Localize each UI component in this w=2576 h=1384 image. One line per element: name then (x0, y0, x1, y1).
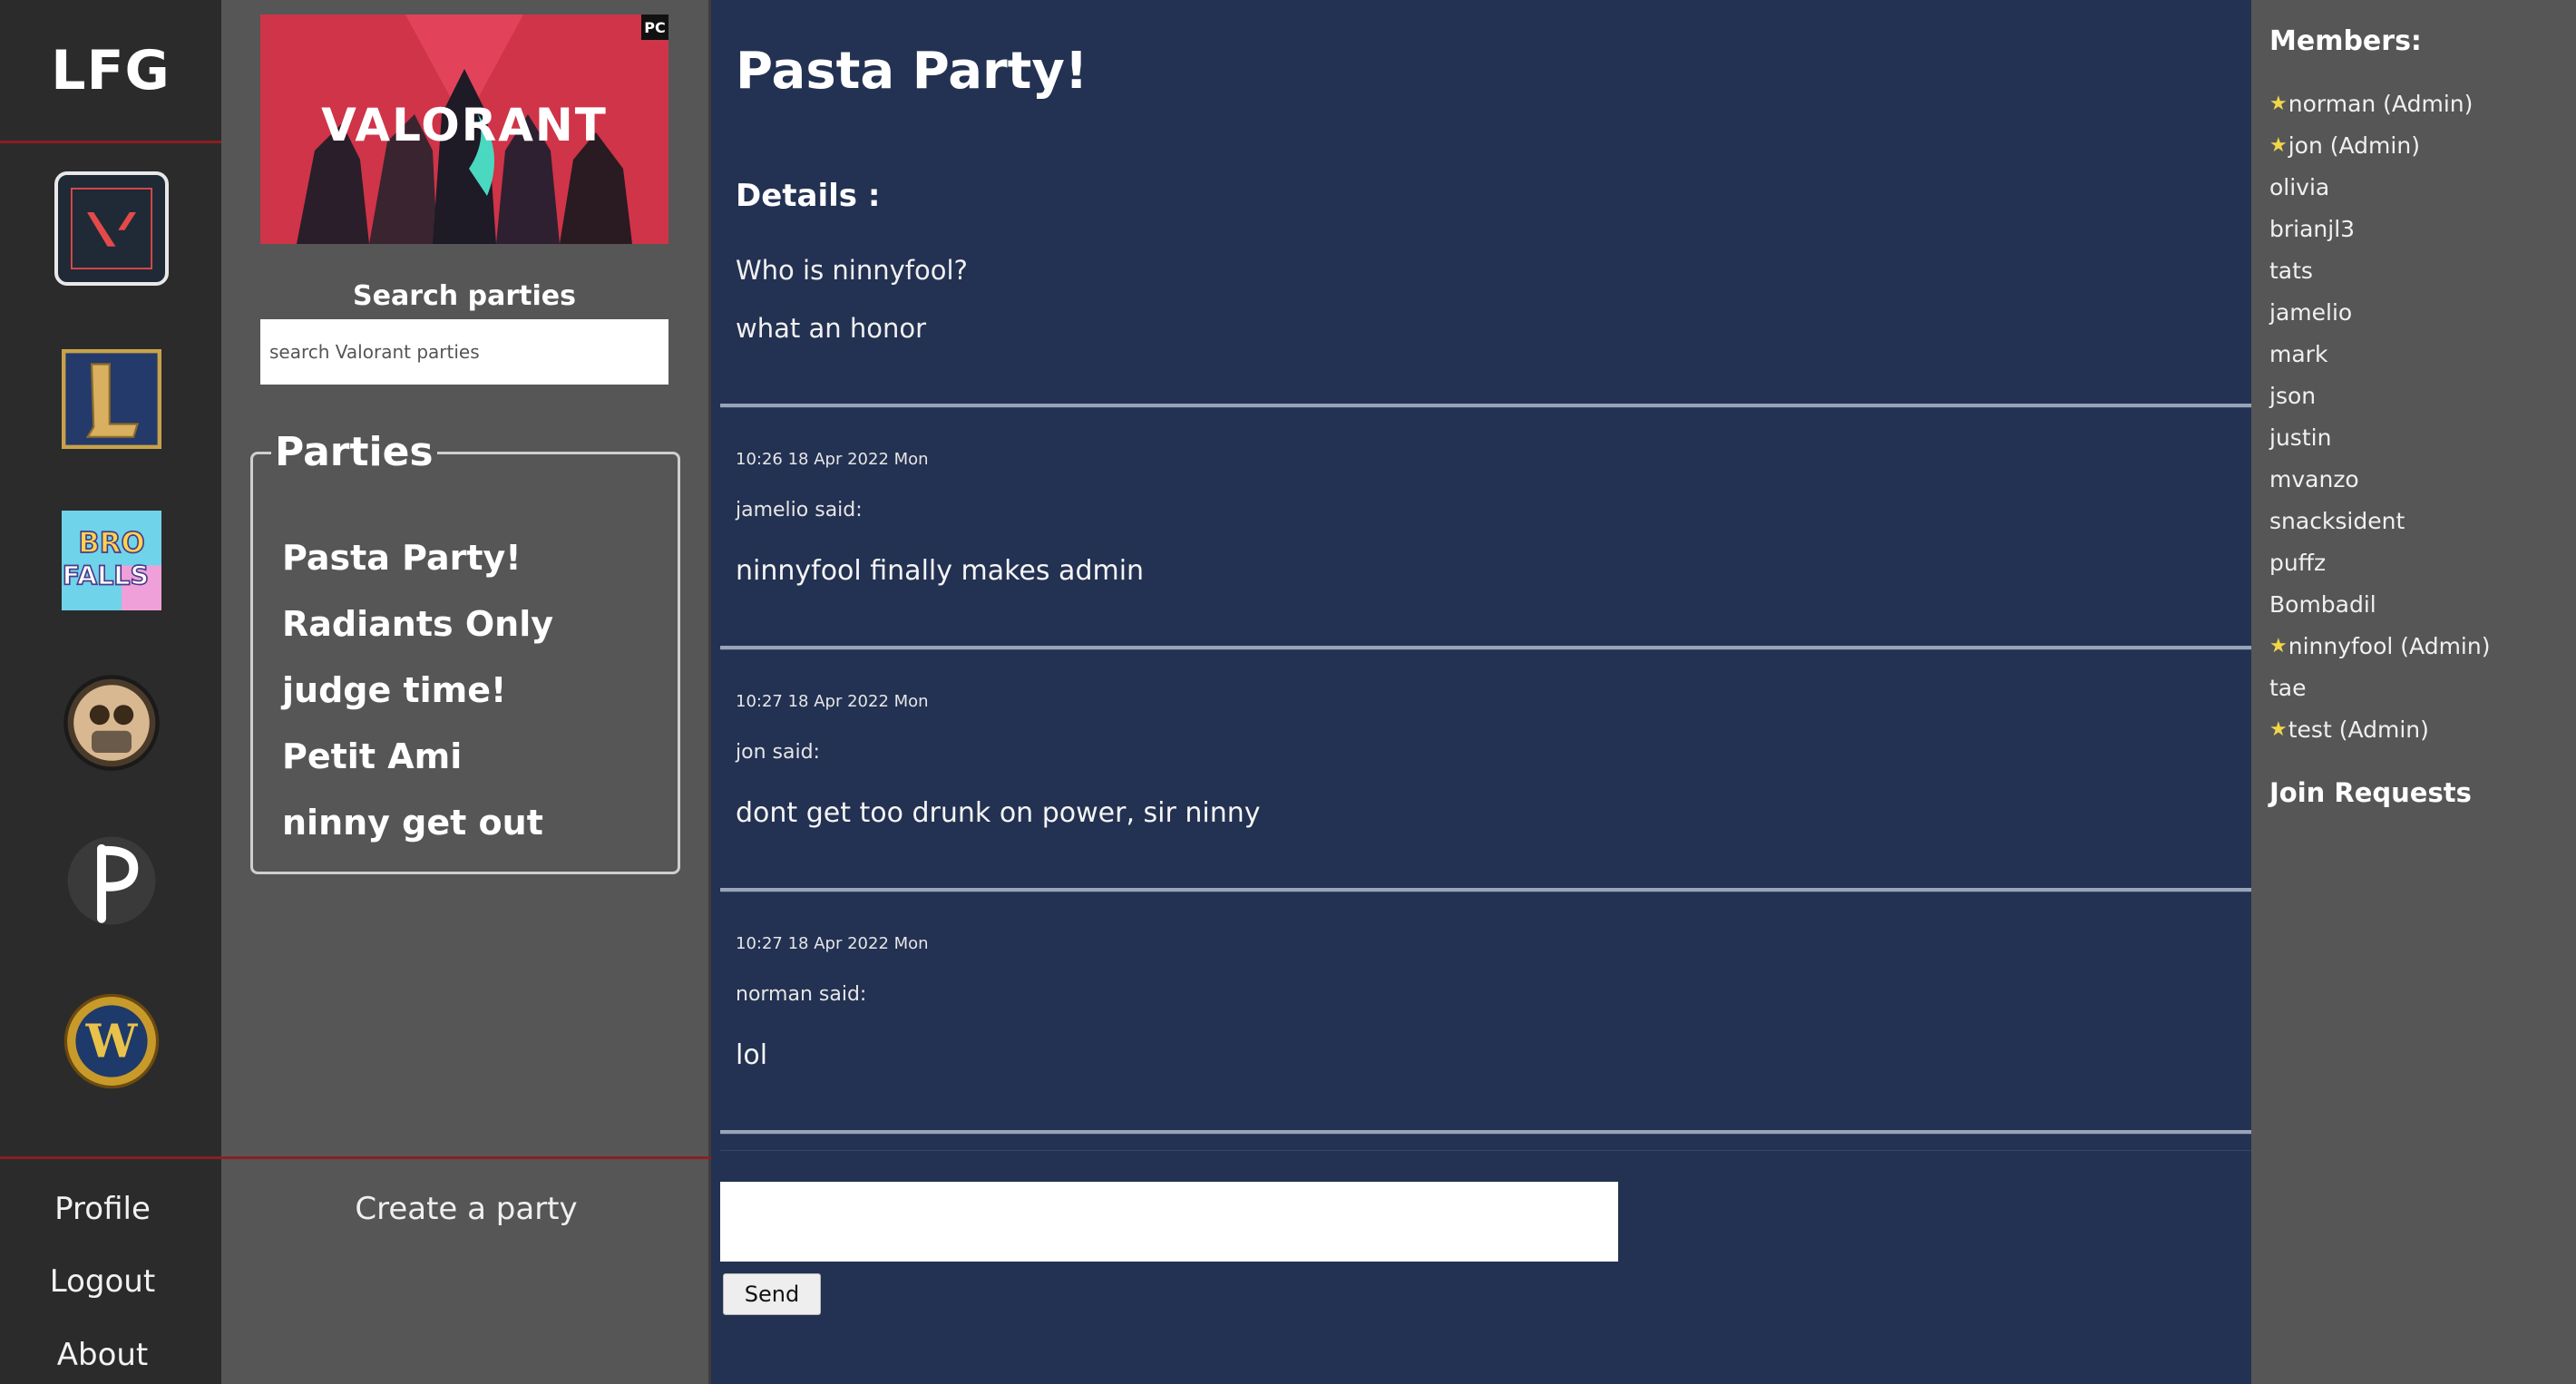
member-name: test (Admin) (2288, 716, 2429, 743)
message-timestamp: 10:27 18 Apr 2022 Mon (736, 934, 929, 953)
party-item-pasta-party[interactable]: Pasta Party! (282, 538, 522, 578)
app-logo[interactable]: LFG (0, 0, 221, 143)
bro-falls-icon[interactable]: BRO FALLS (62, 511, 161, 610)
member-item[interactable]: brianjl3 (2269, 216, 2355, 242)
members-panel: Members: ★ norman (Admin) ★ jon (Admin) ol… (2251, 0, 2576, 1384)
star-icon: ★ (2269, 718, 2288, 741)
member-name: justin (2269, 424, 2332, 451)
member-item[interactable]: ★ ninnyfool (Admin) (2269, 633, 2490, 659)
profile-link[interactable]: Profile (0, 1191, 205, 1227)
member-item[interactable]: puffz (2269, 550, 2326, 576)
party-item-judge-time[interactable]: judge time! (282, 670, 506, 710)
member-name: mark (2269, 341, 2328, 367)
valorant-logo-shape (71, 188, 152, 269)
party-title: Pasta Party! (736, 42, 1088, 101)
platform-badge: PC (641, 15, 668, 40)
party-column: VALORANT PC Search parties Parties Pasta… (221, 0, 711, 1384)
party-chat: Pasta Party! Details : Who is ninnyfool?… (711, 0, 2251, 1384)
member-item[interactable]: tats (2269, 258, 2313, 284)
banner-title: VALORANT (321, 99, 608, 151)
member-name: olivia (2269, 174, 2330, 200)
detail-line: Who is ninnyfool? (736, 255, 968, 286)
detail-line: what an honor (736, 313, 926, 344)
member-item[interactable]: mvanzo (2269, 466, 2359, 492)
message-text: ninnyfool finally makes admin (736, 555, 1145, 587)
message-divider (720, 404, 2251, 408)
party-item-ninny-get-out[interactable]: ninny get out (282, 803, 543, 843)
message-author: jon said: (736, 741, 820, 764)
member-item[interactable]: snacksident (2269, 508, 2405, 534)
svg-text:BRO: BRO (78, 527, 144, 560)
svg-text:W: W (85, 1014, 139, 1068)
details-label: Details : (736, 178, 881, 214)
member-item[interactable]: ★ norman (Admin) (2269, 91, 2473, 117)
valorant-icon[interactable] (54, 171, 169, 286)
member-item[interactable]: tae (2269, 675, 2307, 701)
message-text: lol (736, 1039, 768, 1071)
search-label: Search parties (353, 280, 576, 312)
search-input[interactable] (260, 319, 668, 385)
party-item-petit-ami[interactable]: Petit Ami (282, 736, 462, 776)
message-divider (720, 888, 2251, 892)
member-item[interactable]: json (2269, 383, 2316, 409)
star-icon: ★ (2269, 635, 2288, 658)
member-item[interactable]: justin (2269, 424, 2331, 451)
world-of-warcraft-icon[interactable]: W (62, 991, 161, 1091)
member-item[interactable]: mark (2269, 341, 2327, 367)
bottom-divider (0, 1156, 711, 1159)
message-text: dont get too drunk on power, sir ninny (736, 797, 1261, 829)
lol-logo-shape (62, 349, 161, 449)
logout-link[interactable]: Logout (0, 1263, 205, 1300)
member-item[interactable]: Bombadil (2269, 591, 2376, 618)
member-name: norman (Admin) (2288, 91, 2474, 117)
member-name: Bombadil (2269, 591, 2376, 618)
svg-text:FALLS: FALLS (63, 560, 149, 590)
p-game-icon[interactable] (62, 831, 161, 931)
member-name: json (2269, 383, 2317, 409)
league-of-legends-icon[interactable] (62, 349, 161, 449)
join-requests-heading[interactable]: Join Requests (2269, 777, 2472, 808)
game-banner: VALORANT PC (260, 15, 668, 244)
create-party-link[interactable]: Create a party (221, 1191, 711, 1227)
composer-divider (720, 1150, 2251, 1151)
star-icon: ★ (2269, 93, 2288, 115)
member-item[interactable]: jamelio (2269, 299, 2352, 326)
member-item[interactable]: olivia (2269, 174, 2329, 200)
send-button[interactable]: Send (723, 1273, 821, 1315)
member-item[interactable]: ★ test (Admin) (2269, 716, 2429, 743)
parties-box: Parties Pasta Party! Radiants Only judge… (250, 429, 680, 874)
message-timestamp: 10:26 18 Apr 2022 Mon (736, 450, 929, 469)
star-icon: ★ (2269, 134, 2288, 157)
member-name: tats (2269, 258, 2313, 284)
member-name: puffz (2269, 550, 2327, 576)
game-rail: LFG BRO FALLS W (0, 0, 221, 1384)
member-name: mvanzo (2269, 466, 2359, 492)
members-title: Members: (2269, 25, 2422, 57)
member-name: jon (Admin) (2288, 132, 2420, 159)
message-divider (720, 1130, 2251, 1135)
member-name: tae (2269, 675, 2307, 701)
p-logo-shape (67, 836, 156, 925)
message-input[interactable] (720, 1182, 1618, 1262)
message-author: norman said: (736, 983, 867, 1006)
wow-logo-shape: W (63, 993, 160, 1089)
message-divider (720, 646, 2251, 650)
message-timestamp: 10:27 18 Apr 2022 Mon (736, 692, 929, 711)
member-name: ninnyfool (Admin) (2288, 633, 2491, 659)
dont-starve-together-icon[interactable] (62, 673, 161, 773)
member-name: snacksident (2269, 508, 2405, 534)
about-link[interactable]: About (0, 1337, 205, 1373)
member-name: brianjl3 (2269, 216, 2356, 242)
party-item-radiants-only[interactable]: Radiants Only (282, 604, 553, 644)
member-item[interactable]: ★ jon (Admin) (2269, 132, 2420, 159)
message-author: jamelio said: (736, 499, 863, 521)
parties-title: Parties (271, 429, 437, 475)
bro-falls-logo-shape: BRO FALLS (62, 511, 161, 610)
member-name: jamelio (2269, 299, 2353, 326)
dst-logo-shape (63, 675, 160, 771)
